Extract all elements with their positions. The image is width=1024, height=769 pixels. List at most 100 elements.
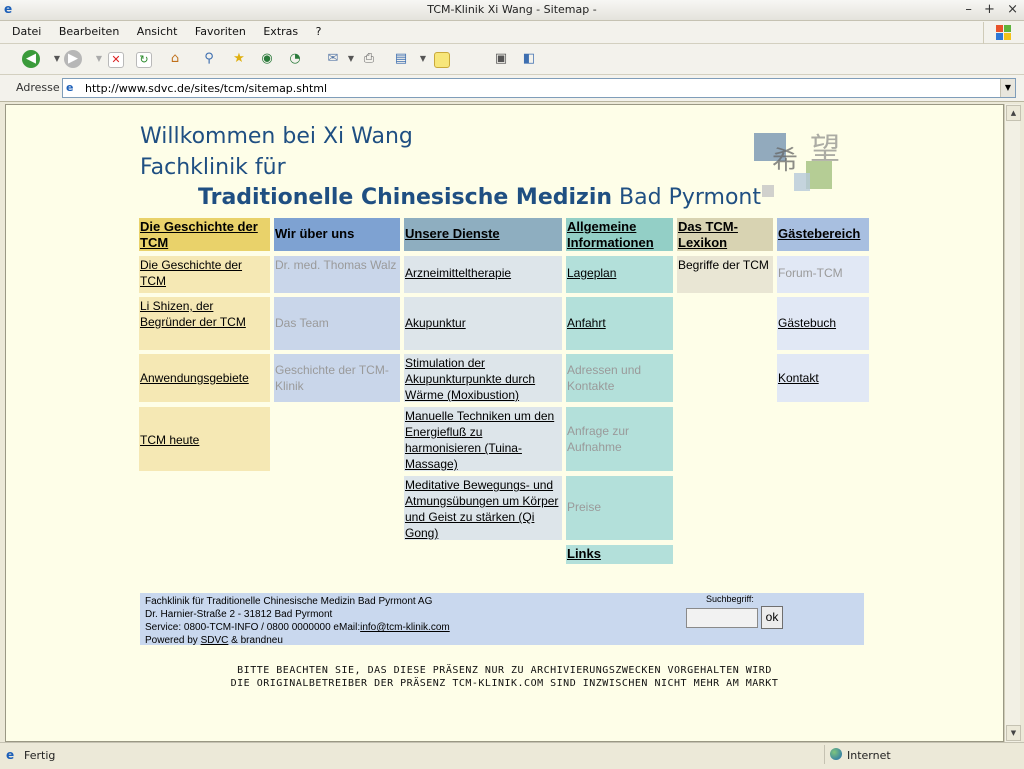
print-icon[interactable]: ⎙	[360, 50, 378, 68]
archive-notice-line-1: BITTE BEACHTEN SIE, DAS DIESE PRÄSENZ NU…	[237, 665, 772, 676]
svg-text:希: 希	[772, 146, 798, 176]
media-icon[interactable]: ◉	[258, 50, 276, 68]
scroll-down-icon[interactable]: ▼	[1006, 725, 1021, 741]
menu-extras[interactable]: Extras	[263, 25, 298, 38]
geschichte-item-4[interactable]: TCM heute	[139, 407, 270, 471]
header-wir-ueber-uns: Wir über uns	[274, 218, 400, 251]
gaeste-item-3[interactable]: Kontakt	[777, 354, 869, 402]
wir-item-3: Geschichte der TCM-Klinik	[274, 354, 400, 402]
geschichte-link-4[interactable]: TCM heute	[140, 433, 199, 447]
header-tcm-lexikon[interactable]: Das TCM-Lexikon	[677, 218, 773, 251]
footer-line-powered: Powered by SDVC & brandneu	[145, 634, 450, 647]
sdvc-link[interactable]: SDVC	[201, 635, 229, 646]
title-bar: e TCM-Klinik Xi Wang - Sitemap - – + ×	[0, 0, 1024, 21]
info-item-4: Anfrage zur Aufnahme	[566, 407, 673, 471]
menu-bar: Datei Bearbeiten Ansicht Favoriten Extra…	[0, 21, 1024, 44]
lexikon-item-1: Begriffe der TCM	[677, 256, 773, 293]
close-button[interactable]: ×	[1007, 2, 1018, 17]
info-item-6[interactable]: Links	[566, 545, 673, 564]
messenger-icon[interactable]: ◧	[520, 50, 538, 68]
header-dienste-link[interactable]: Unsere Dienste	[405, 226, 500, 241]
research-icon[interactable]: ▣	[492, 50, 510, 68]
tcm-heading-bold: Traditionelle Chinesische Medizin	[198, 185, 613, 210]
address-bar: Adresse e http://www.sdvc.de/sites/tcm/s…	[0, 75, 1024, 102]
minimize-button[interactable]: –	[965, 2, 972, 17]
clinic-subheading: Fachklinik für	[140, 155, 286, 180]
mail-icon[interactable]: ✉	[324, 50, 342, 68]
tcm-heading: Traditionelle Chinesische Medizin Bad Py…	[198, 185, 761, 210]
header-unsere-dienste[interactable]: Unsere Dienste	[404, 218, 562, 251]
info-item-2[interactable]: Anfahrt	[566, 297, 673, 350]
header-gaestebereich[interactable]: Gästebereich	[777, 218, 869, 251]
refresh-icon[interactable]: ↻	[136, 52, 152, 68]
back-icon[interactable]: ◀	[22, 50, 40, 68]
header-lexikon-link[interactable]: Das TCM-Lexikon	[678, 219, 738, 250]
menu-bearbeiten[interactable]: Bearbeiten	[59, 25, 119, 38]
search-ok-button[interactable]: ok	[761, 606, 783, 629]
search-icon[interactable]: ⚲	[200, 50, 218, 68]
home-icon[interactable]: ⌂	[166, 50, 184, 68]
menu-datei[interactable]: Datei	[12, 25, 41, 38]
info-link-6[interactable]: Links	[567, 546, 601, 561]
dienste-link-3[interactable]: Stimulation der Akupunkturpunkte durch W…	[405, 356, 535, 402]
maximize-button[interactable]: +	[984, 2, 995, 17]
note-icon[interactable]	[434, 52, 450, 68]
forward-icon[interactable]: ▶	[64, 50, 82, 68]
geschichte-item-2[interactable]: Li Shizen, der Begründer der TCM	[139, 297, 270, 350]
info-link-2[interactable]: Anfahrt	[567, 316, 606, 330]
xi-wang-logo: 希 望	[754, 125, 872, 220]
geschichte-link-3[interactable]: Anwendungsgebiete	[140, 371, 249, 385]
info-item-1[interactable]: Lageplan	[566, 256, 673, 293]
header-allgemeine-informationen[interactable]: Allgemeine Informationen	[566, 218, 673, 251]
info-link-1[interactable]: Lageplan	[567, 266, 616, 280]
tcm-heading-rest: Bad Pyrmont	[612, 185, 761, 210]
info-item-3: Adressen und Kontakte	[566, 354, 673, 402]
dienste-item-5[interactable]: Meditative Bewegungs- und Atmungsübungen…	[404, 476, 562, 540]
gaeste-link-3[interactable]: Kontakt	[778, 371, 819, 385]
dienste-link-5[interactable]: Meditative Bewegungs- und Atmungsübungen…	[405, 478, 558, 540]
geschichte-link-2[interactable]: Li Shizen, der Begründer der TCM	[140, 299, 246, 329]
gaeste-link-2[interactable]: Gästebuch	[778, 316, 836, 330]
dienste-item-4[interactable]: Manuelle Techniken um den Energiefluß zu…	[404, 407, 562, 471]
menu-favoriten[interactable]: Favoriten	[195, 25, 246, 38]
dienste-item-3[interactable]: Stimulation der Akupunkturpunkte durch W…	[404, 354, 562, 402]
status-bar: e Fertig Internet	[0, 742, 1024, 769]
header-gaeste-link[interactable]: Gästebereich	[778, 226, 860, 241]
favorites-icon[interactable]: ★	[230, 50, 248, 68]
windows-logo-icon	[983, 22, 1018, 44]
menu-ansicht[interactable]: Ansicht	[137, 25, 178, 38]
dienste-link-2[interactable]: Akupunktur	[405, 316, 466, 330]
toolbar: ◀ ▼ ▶ ▼ ✕ ↻ ⌂ ⚲ ★ ◉ ◔ ✉ ▼ ⎙ ▤ ▼ ▣ ◧	[0, 44, 1024, 75]
address-input[interactable]: e http://www.sdvc.de/sites/tcm/sitemap.s…	[62, 78, 1016, 98]
edit-dropdown-icon[interactable]: ▼	[414, 50, 432, 68]
header-geschichte[interactable]: Die Geschichte der TCM	[139, 218, 270, 251]
mail-dropdown-icon[interactable]: ▼	[342, 50, 360, 68]
menu-help[interactable]: ?	[316, 25, 322, 38]
forward-dropdown-icon[interactable]: ▼	[90, 50, 108, 68]
header-geschichte-link[interactable]: Die Geschichte der TCM	[140, 219, 258, 250]
dienste-link-1[interactable]: Arzneimitteltherapie	[405, 266, 511, 280]
vertical-scrollbar[interactable]: ▲ ▼	[1004, 104, 1021, 742]
footer-line-company: Fachklinik für Traditionelle Chinesische…	[145, 596, 433, 607]
search-input[interactable]	[686, 608, 758, 628]
gaeste-item-2[interactable]: Gästebuch	[777, 297, 869, 350]
dienste-link-4[interactable]: Manuelle Techniken um den Energiefluß zu…	[405, 409, 554, 471]
footer-line-service: Service: 0800-TCM-INFO / 0800 0000000 eM…	[145, 621, 450, 634]
geschichte-item-1[interactable]: Die Geschichte der TCM	[139, 256, 270, 293]
address-url[interactable]: http://www.sdvc.de/sites/tcm/sitemap.sht…	[85, 82, 327, 95]
footer-email-link[interactable]: info@tcm-klinik.com	[360, 622, 450, 633]
address-label: Adresse	[16, 81, 60, 94]
geschichte-link-1[interactable]: Die Geschichte der TCM	[140, 258, 242, 288]
scroll-up-icon[interactable]: ▲	[1006, 105, 1021, 121]
edit-icon[interactable]: ▤	[392, 50, 410, 68]
dienste-item-2[interactable]: Akupunktur	[404, 297, 562, 350]
stop-icon[interactable]: ✕	[108, 52, 124, 68]
address-dropdown-icon[interactable]: ▼	[1000, 79, 1015, 97]
dienste-item-1[interactable]: Arzneimitteltherapie	[404, 256, 562, 293]
history-icon[interactable]: ◔	[286, 50, 304, 68]
footer-service-text: Service: 0800-TCM-INFO / 0800 0000000 eM…	[145, 622, 361, 633]
geschichte-item-3[interactable]: Anwendungsgebiete	[139, 354, 270, 402]
security-zone: Internet	[824, 745, 1015, 764]
footer-line-street: Dr. Harnier-Straße 2 - 31812 Bad Pyrmont	[145, 609, 333, 620]
header-info-link[interactable]: Allgemeine Informationen	[567, 219, 654, 250]
